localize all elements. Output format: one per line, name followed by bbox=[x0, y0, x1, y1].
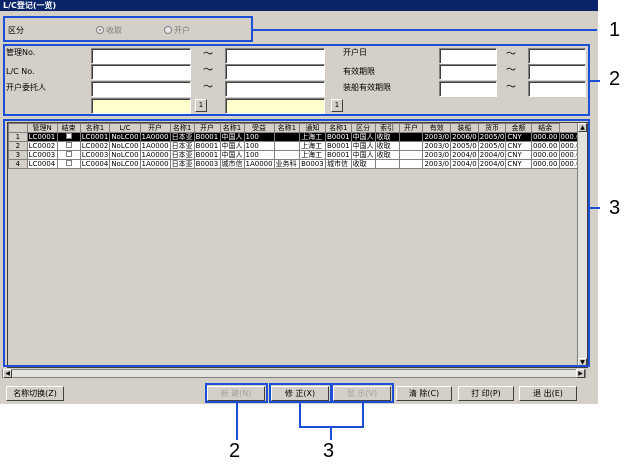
callout-box-edit bbox=[269, 383, 332, 403]
name-switch-button[interactable]: 名称切换(Z) bbox=[6, 386, 64, 401]
callout-line-new bbox=[236, 403, 238, 440]
scroll-right-arrow-icon[interactable]: ▶ bbox=[576, 369, 585, 378]
clear-button[interactable]: 清 除(C) bbox=[396, 386, 452, 401]
callout-number-3: 3 bbox=[609, 197, 621, 219]
callout-box-new bbox=[205, 383, 268, 403]
callout-line-display bbox=[362, 403, 364, 427]
horizontal-scrollbar[interactable]: ◀ ▶ bbox=[2, 369, 586, 378]
callout-number-1: 1 bbox=[609, 19, 621, 41]
callout-line-1 bbox=[253, 29, 597, 31]
print-button[interactable]: 打 印(P) bbox=[458, 386, 514, 401]
callout-box-2 bbox=[3, 44, 590, 116]
callout-number-2: 2 bbox=[609, 68, 621, 90]
callout-line-3 bbox=[590, 207, 600, 209]
callout-line-edit bbox=[299, 403, 301, 427]
callout-box-3 bbox=[3, 119, 590, 367]
callout-line-join-down bbox=[330, 426, 332, 440]
callout-line-2 bbox=[590, 80, 600, 82]
window-title: L/C登记(一览) bbox=[0, 0, 598, 11]
callout-number-edit-display: 3 bbox=[323, 440, 335, 462]
callout-box-display bbox=[331, 383, 394, 403]
callout-box-1 bbox=[3, 16, 253, 42]
callout-number-new: 2 bbox=[229, 440, 241, 462]
scroll-left-arrow-icon[interactable]: ◀ bbox=[3, 369, 12, 378]
exit-button[interactable]: 退 出(E) bbox=[519, 386, 577, 401]
